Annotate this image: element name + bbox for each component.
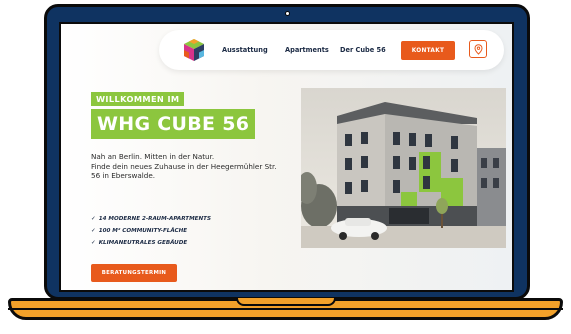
check-icon: ✓ bbox=[91, 216, 96, 222]
intro-line-1: Nah an Berlin. Mitten in der Natur. bbox=[91, 152, 215, 161]
check-icon: ✓ bbox=[91, 240, 96, 246]
nav-link-der-cube-56[interactable]: Der Cube 56 bbox=[340, 46, 386, 54]
beratungstermin-button[interactable]: BERATUNGSTERMIN bbox=[91, 264, 177, 282]
nav-link-apartments[interactable]: Apartments bbox=[285, 46, 329, 54]
webcam-icon bbox=[285, 11, 290, 16]
top-navigation: Ausstattung Apartments Der Cube 56 KONTA… bbox=[159, 30, 504, 70]
laptop-screen: Ausstattung Apartments Der Cube 56 KONTA… bbox=[59, 22, 514, 292]
location-button[interactable] bbox=[469, 40, 487, 58]
feature-text: 100 M² COMMUNITY-FLÄCHE bbox=[98, 228, 188, 234]
location-pin-icon bbox=[473, 43, 483, 55]
feature-item: ✓ 14 MODERNE 2-RAUM-APARTMENTS bbox=[91, 213, 281, 225]
laptop-base-line bbox=[8, 308, 563, 310]
cube-logo-icon[interactable] bbox=[181, 37, 207, 63]
feature-item: ✓ 100 M² COMMUNITY-FLÄCHE bbox=[91, 225, 281, 237]
nav-link-ausstattung[interactable]: Ausstattung bbox=[222, 46, 268, 54]
building-image bbox=[301, 88, 506, 248]
feature-list: ✓ 14 MODERNE 2-RAUM-APARTMENTS ✓ 100 M² CO… bbox=[91, 213, 281, 249]
welcome-kicker: WILLKOMMEN IM bbox=[91, 92, 185, 106]
intro-line-2: Finde dein neues Zuhause in der Heegermü… bbox=[91, 161, 277, 181]
feature-text: KLIMANEUTRALES GEBÄUDE bbox=[98, 240, 188, 246]
feature-item: ✓ KLIMANEUTRALES GEBÄUDE bbox=[91, 237, 281, 249]
hero-title: WHG CUBE 56 bbox=[91, 109, 256, 139]
feature-text: 14 MODERNE 2-RAUM-APARTMENTS bbox=[98, 216, 212, 222]
check-icon: ✓ bbox=[91, 228, 96, 234]
laptop-notch bbox=[236, 298, 336, 306]
hero-intro: Nah an Berlin. Mitten in der Natur. Find… bbox=[91, 152, 281, 181]
kontakt-button[interactable]: KONTAKT bbox=[401, 41, 455, 60]
